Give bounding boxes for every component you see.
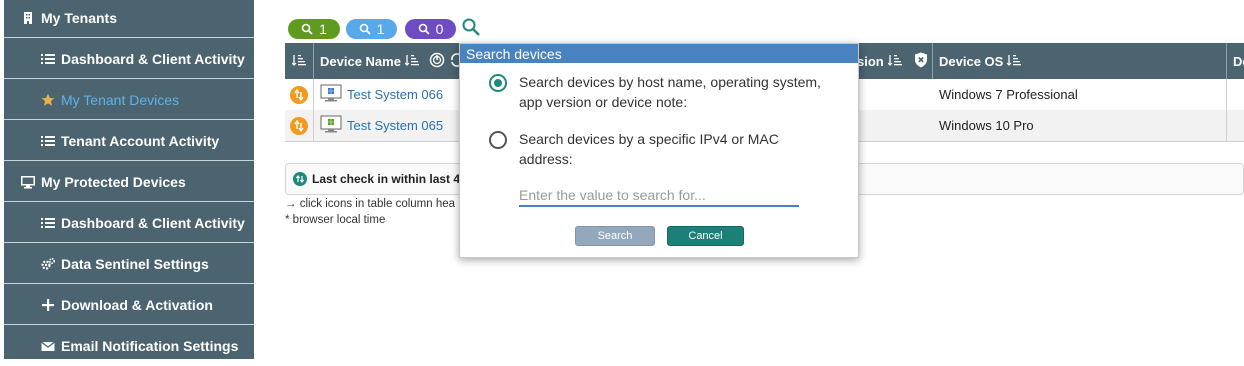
list-icon — [40, 51, 56, 67]
filter-count: 0 — [435, 21, 444, 37]
next-cell — [1227, 79, 1244, 110]
sort-icon — [887, 54, 902, 69]
filter-count: 1 — [319, 21, 327, 37]
next-column-header[interactable]: De — [1227, 43, 1244, 79]
sidebar-item-label: Email Notification Settings — [61, 338, 239, 354]
update-status-icon[interactable] — [290, 116, 308, 135]
checkin-icon — [293, 172, 307, 186]
building-icon — [20, 10, 36, 26]
device-os-value: Windows 10 Pro — [939, 118, 1034, 133]
version-header[interactable]: sion — [855, 43, 933, 79]
sidebar-item-label: My Tenants — [41, 9, 117, 26]
sidebar-item-tenant-account-activity[interactable]: Tenant Account Activity — [4, 121, 254, 161]
update-status-icon[interactable] — [290, 85, 308, 104]
search-icon — [418, 23, 430, 35]
search-by-ip-mac-label[interactable]: Search devices by a specific IPv4 or MAC… — [519, 129, 834, 169]
filter-count: 1 — [376, 21, 385, 37]
sort-icon — [291, 54, 306, 69]
sidebar-item-label: Download & Activation — [61, 296, 213, 313]
star-icon — [40, 92, 56, 108]
sidebar-item-email-notification-settings[interactable]: Email Notification Settings — [4, 326, 254, 366]
filter-badge-blue[interactable]: 1 — [346, 19, 397, 39]
search-icon — [359, 23, 371, 35]
cancel-button[interactable]: Cancel — [667, 226, 744, 246]
sidebar-item-label: Dashboard & Client Activity — [61, 50, 245, 67]
windows-monitor-icon — [320, 84, 342, 105]
device-link[interactable]: Test System 065 — [347, 118, 443, 133]
sidebar-item-data-sentinel-settings[interactable]: Data Sentinel Settings — [4, 244, 254, 284]
column-label: De — [1233, 53, 1244, 69]
column-label: Device Name — [320, 53, 401, 69]
search-icon — [301, 23, 313, 35]
filter-badge-green[interactable]: 1 — [288, 19, 340, 39]
device-os-cell: Windows 7 Professional — [933, 79, 1227, 110]
sidebar-item-tenant-dashboard[interactable]: Dashboard & Client Activity — [4, 39, 254, 79]
envelope-icon — [40, 338, 56, 354]
plus-icon — [40, 297, 56, 313]
status-cell — [285, 110, 314, 141]
sort-icon — [1006, 54, 1022, 69]
sidebar-item-label: Data Sentinel Settings — [61, 255, 209, 272]
dialog-title[interactable]: Search devices — [460, 44, 858, 63]
list-icon — [40, 133, 56, 149]
shield-icon[interactable] — [914, 52, 928, 71]
sidebar-item-label: Tenant Account Activity — [61, 132, 220, 149]
sort-icon — [404, 54, 419, 69]
device-link[interactable]: Test System 066 — [347, 87, 443, 102]
search-devices-dialog: Search devices Search devices by host na… — [459, 43, 859, 258]
filter-badge-purple[interactable]: 0 — [405, 19, 456, 39]
local-time-note: * browser local time — [285, 214, 386, 226]
sidebar-item-my-tenants[interactable]: My Tenants — [4, 0, 254, 38]
sidebar: My Tenants Dashboard & Client Activity M… — [4, 0, 254, 359]
gears-icon — [40, 256, 56, 272]
search-by-ip-mac-radio[interactable] — [489, 131, 507, 149]
monitor-icon — [20, 174, 36, 190]
column-icon-hint: → click icons in table column hea — [285, 198, 456, 210]
sidebar-item-label: Dashboard & Client Activity — [61, 214, 245, 231]
sidebar-item-tenant-devices[interactable]: My Tenant Devices — [4, 80, 254, 120]
status-cell — [285, 79, 314, 110]
shutdown-filter-icon[interactable] — [429, 52, 445, 71]
next-cell — [1227, 110, 1244, 141]
sidebar-item-my-protected-devices[interactable]: My Protected Devices — [4, 162, 254, 202]
search-by-host-label[interactable]: Search devices by host name, operating s… — [519, 72, 834, 112]
search-by-host-radio[interactable] — [489, 74, 507, 92]
device-os-header[interactable]: Device OS — [933, 43, 1227, 79]
column-label: Device OS — [939, 53, 1004, 69]
device-os-value: Windows 7 Professional — [939, 87, 1078, 102]
sidebar-item-label: My Tenant Devices — [61, 91, 180, 108]
search-icon[interactable] — [461, 17, 481, 37]
sort-status-header[interactable] — [285, 43, 314, 79]
list-icon — [40, 215, 56, 231]
sidebar-item-download-activation[interactable]: Download & Activation — [4, 285, 254, 325]
windows-monitor-icon — [320, 115, 342, 136]
search-value-input[interactable] — [519, 185, 799, 207]
checkin-text: Last check in within last 48 — [312, 172, 467, 186]
sidebar-item-label: My Protected Devices — [41, 173, 186, 190]
sidebar-item-protected-dashboard[interactable]: Dashboard & Client Activity — [4, 203, 254, 243]
device-os-cell: Windows 10 Pro — [933, 110, 1227, 141]
column-label: sion — [857, 53, 884, 69]
search-button[interactable]: Search — [575, 226, 655, 246]
